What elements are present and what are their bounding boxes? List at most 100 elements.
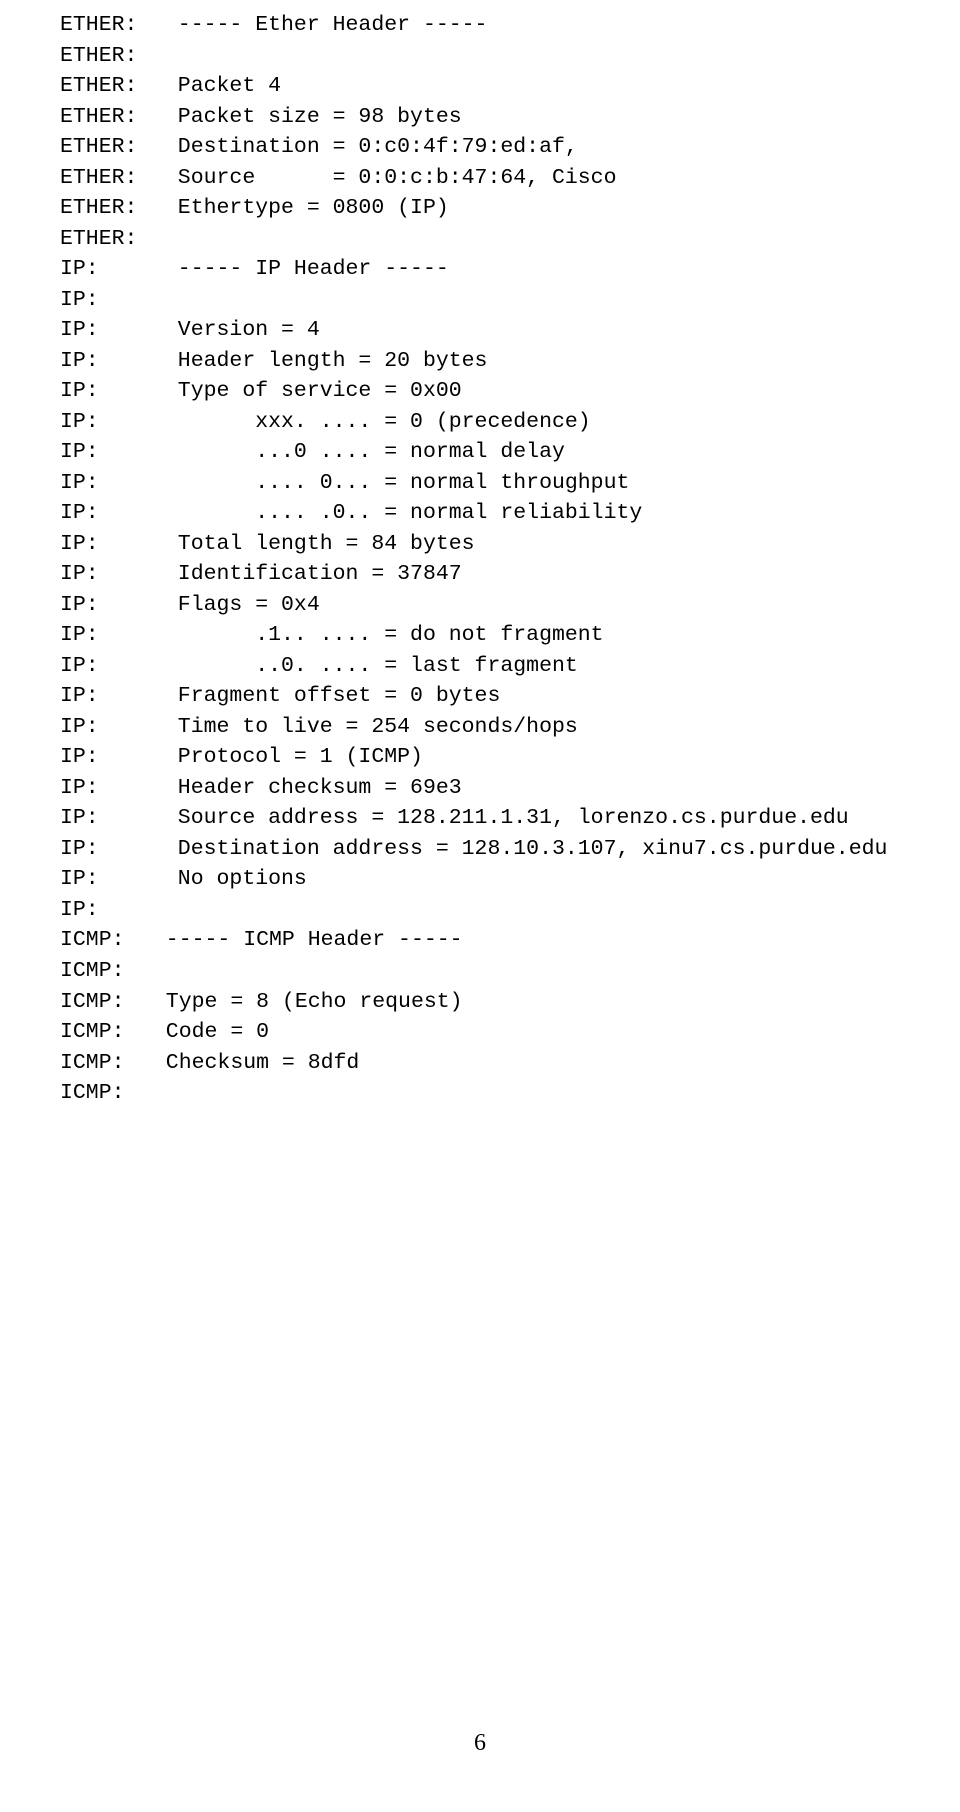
dump-line: IP: Destination address = 128.10.3.107, … <box>60 834 960 865</box>
protocol-label: ETHER: <box>60 163 152 194</box>
dump-line: IP: Header checksum = 69e3 <box>60 773 960 804</box>
dump-line: IP: xxx. .... = 0 (precedence) <box>60 407 960 438</box>
page-number: 6 <box>0 1726 960 1760</box>
field-value: Code = 0 <box>140 1020 269 1044</box>
dump-line: ETHER: Destination = 0:c0:4f:79:ed:af, <box>60 132 960 163</box>
dump-line: ETHER: Ethertype = 0800 (IP) <box>60 193 960 224</box>
protocol-label: IP: <box>60 468 152 499</box>
protocol-label: IP: <box>60 651 152 682</box>
field-value: Source address = 128.211.1.31, lorenzo.c… <box>152 806 849 830</box>
dump-line: IP: Fragment offset = 0 bytes <box>60 681 960 712</box>
protocol-label: ICMP: <box>60 1017 140 1048</box>
protocol-label: IP: <box>60 773 152 804</box>
dump-line: IP: ..0. .... = last fragment <box>60 651 960 682</box>
dump-line: IP: Protocol = 1 (ICMP) <box>60 742 960 773</box>
field-value: .... .0.. = normal reliability <box>152 501 642 525</box>
dump-line: ETHER: <box>60 224 960 255</box>
dump-line: IP: Type of service = 0x00 <box>60 376 960 407</box>
protocol-label: IP: <box>60 346 152 377</box>
dump-line: ETHER: ----- Ether Header ----- <box>60 10 960 41</box>
protocol-label: IP: <box>60 620 152 651</box>
field-value: Destination = 0:c0:4f:79:ed:af, <box>152 135 578 159</box>
protocol-label: IP: <box>60 803 152 834</box>
dump-line: IP: ...0 .... = normal delay <box>60 437 960 468</box>
field-value: Ethertype = 0800 (IP) <box>152 196 449 220</box>
field-value: No options <box>152 867 307 891</box>
protocol-label: IP: <box>60 864 152 895</box>
dump-line: ETHER: Packet size = 98 bytes <box>60 102 960 133</box>
dump-line: IP: ----- IP Header ----- <box>60 254 960 285</box>
dump-line: ICMP: <box>60 1078 960 1109</box>
dump-line: IP: Source address = 128.211.1.31, loren… <box>60 803 960 834</box>
field-value: Packet size = 98 bytes <box>152 105 462 129</box>
field-value: Fragment offset = 0 bytes <box>152 684 500 708</box>
protocol-label: ETHER: <box>60 41 152 72</box>
protocol-label: ICMP: <box>60 1048 140 1079</box>
field-value: ..0. .... = last fragment <box>152 654 578 678</box>
dump-line: ICMP: <box>60 956 960 987</box>
protocol-label: ETHER: <box>60 102 152 133</box>
field-value: xxx. .... = 0 (precedence) <box>152 410 591 434</box>
protocol-label: IP: <box>60 681 152 712</box>
dump-line: IP: <box>60 895 960 926</box>
protocol-label: IP: <box>60 437 152 468</box>
protocol-label: IP: <box>60 590 152 621</box>
dump-line: IP: <box>60 285 960 316</box>
dump-line: IP: Flags = 0x4 <box>60 590 960 621</box>
protocol-label: ETHER: <box>60 71 152 102</box>
protocol-label: ICMP: <box>60 1078 140 1109</box>
protocol-label: IP: <box>60 529 152 560</box>
field-value: ----- ICMP Header ----- <box>140 928 463 952</box>
dump-line: ICMP: ----- ICMP Header ----- <box>60 925 960 956</box>
protocol-label: ETHER: <box>60 193 152 224</box>
field-value: ...0 .... = normal delay <box>152 440 565 464</box>
protocol-label: ETHER: <box>60 132 152 163</box>
dump-line: ICMP: Type = 8 (Echo request) <box>60 987 960 1018</box>
protocol-label: IP: <box>60 376 152 407</box>
protocol-label: ICMP: <box>60 987 140 1018</box>
protocol-label: IP: <box>60 834 152 865</box>
dump-line: ETHER: <box>60 41 960 72</box>
protocol-label: ETHER: <box>60 10 152 41</box>
protocol-label: IP: <box>60 315 152 346</box>
protocol-label: IP: <box>60 285 152 316</box>
field-value: Time to live = 254 seconds/hops <box>152 715 578 739</box>
protocol-label: IP: <box>60 559 152 590</box>
field-value: Source = 0:0:c:b:47:64, Cisco <box>152 166 616 190</box>
document-page: ETHER: ----- Ether Header -----ETHER:ETH… <box>0 0 960 1812</box>
dump-line: IP: .... 0... = normal throughput <box>60 468 960 499</box>
dump-line: IP: No options <box>60 864 960 895</box>
dump-line: ICMP: Code = 0 <box>60 1017 960 1048</box>
dump-line: ETHER: Packet 4 <box>60 71 960 102</box>
dump-line: IP: Identification = 37847 <box>60 559 960 590</box>
field-value: Identification = 37847 <box>152 562 462 586</box>
dump-line: IP: Time to live = 254 seconds/hops <box>60 712 960 743</box>
field-value: .1.. .... = do not fragment <box>152 623 604 647</box>
field-value: Packet 4 <box>152 74 281 98</box>
dump-line: IP: Total length = 84 bytes <box>60 529 960 560</box>
protocol-label: ICMP: <box>60 925 140 956</box>
protocol-label: ETHER: <box>60 224 152 255</box>
dump-line: IP: Header length = 20 bytes <box>60 346 960 377</box>
field-value: Destination address = 128.10.3.107, xinu… <box>152 837 887 861</box>
field-value: .... 0... = normal throughput <box>152 471 629 495</box>
field-value: Header checksum = 69e3 <box>152 776 462 800</box>
field-value: Type = 8 (Echo request) <box>140 990 463 1014</box>
protocol-label: IP: <box>60 498 152 529</box>
protocol-label: IP: <box>60 895 152 926</box>
field-value: Type of service = 0x00 <box>152 379 462 403</box>
field-value: Flags = 0x4 <box>152 593 320 617</box>
protocol-label: ICMP: <box>60 956 140 987</box>
field-value: Version = 4 <box>152 318 320 342</box>
dump-line: ICMP: Checksum = 8dfd <box>60 1048 960 1079</box>
field-value: Header length = 20 bytes <box>152 349 487 373</box>
field-value: Protocol = 1 (ICMP) <box>152 745 423 769</box>
packet-dump: ETHER: ----- Ether Header -----ETHER:ETH… <box>60 10 960 1109</box>
protocol-label: IP: <box>60 712 152 743</box>
dump-line: IP: .... .0.. = normal reliability <box>60 498 960 529</box>
field-value: Checksum = 8dfd <box>140 1051 359 1075</box>
protocol-label: IP: <box>60 407 152 438</box>
protocol-label: IP: <box>60 254 152 285</box>
protocol-label: IP: <box>60 742 152 773</box>
field-value: ----- IP Header ----- <box>152 257 449 281</box>
